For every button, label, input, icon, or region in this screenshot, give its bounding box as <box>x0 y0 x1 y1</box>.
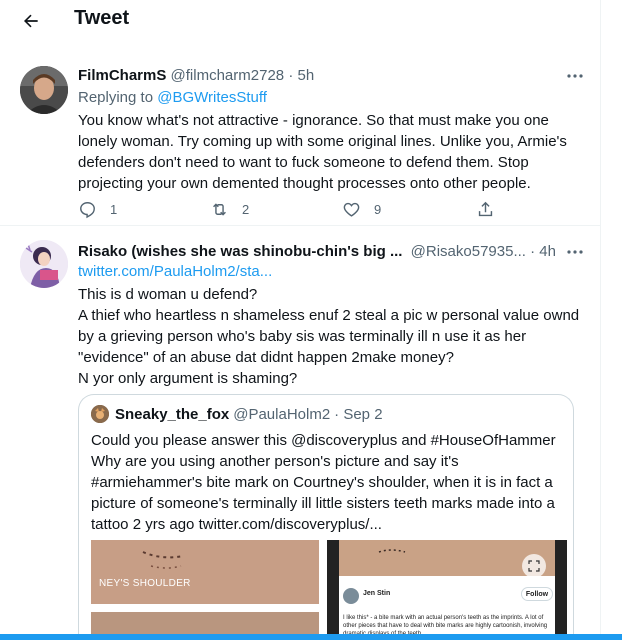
retweet-button[interactable]: 2 <box>210 200 249 219</box>
card-avatar <box>343 588 359 604</box>
tweet-link[interactable]: twitter.com/PaulaHolm2/sta... <box>78 263 272 280</box>
heart-icon <box>343 202 360 217</box>
author-name[interactable]: FilmCharmS <box>78 67 166 84</box>
share-button[interactable] <box>476 200 495 219</box>
more-dots-icon <box>567 74 583 78</box>
more-dots-icon <box>567 250 583 254</box>
author-handle[interactable]: @filmcharm2728 <box>171 67 285 84</box>
profile-illustration <box>20 240 68 288</box>
bite-mark-photo: NEY'S SHOULDER <box>91 540 319 604</box>
column-divider <box>600 0 601 640</box>
reply-button[interactable]: 1 <box>78 200 117 219</box>
fox-icon <box>91 405 109 423</box>
more-options-button[interactable] <box>560 242 590 262</box>
replying-to: Replying to @BGWritesStuff <box>78 89 267 106</box>
avatar[interactable] <box>20 240 68 288</box>
tweet-actions: 1 2 9 <box>78 200 518 222</box>
tweet-reply-1[interactable]: FilmCharmS @filmcharm2728 · 5h Replying … <box>0 56 600 226</box>
expand-icon <box>528 560 540 572</box>
embedded-tweet-card: Jen Stin Follow I like this* - a bite ma… <box>339 576 555 640</box>
back-button[interactable] <box>14 4 48 38</box>
tweet-text: This is d woman u defend? A thief who he… <box>78 284 583 389</box>
quoted-tweet-text: Could you please answer this @discoveryp… <box>91 432 556 533</box>
bottom-accent-bar <box>0 634 622 640</box>
reply-icon <box>80 202 95 219</box>
quoted-media[interactable]: NEY'S SHOULDER Jen Stin Follow I like th… <box>91 540 567 640</box>
tweet-text-line: A thief who heartless n shameless enuf 2… <box>78 307 580 366</box>
quoted-author-handle: @PaulaHolm2 <box>233 405 331 423</box>
tweet-text-line: This is d woman u defend? <box>78 286 258 303</box>
quoted-timestamp: · Sep 2 <box>334 405 383 423</box>
quoted-avatar[interactable] <box>91 405 109 423</box>
tweet-text-line: N yor only argument is shaming? <box>78 370 298 387</box>
tweet-header: FilmCharmS @filmcharm2728 · 5h <box>78 67 314 84</box>
media-overlay-label: NEY'S SHOULDER <box>99 578 191 589</box>
reply-count: 1 <box>110 202 118 217</box>
replying-to-handle-link[interactable]: @BGWritesStuff <box>157 89 267 106</box>
tweet-reply-2[interactable]: Risako (wishes she was shinobu-chin's bi… <box>0 232 600 640</box>
quoted-author-name: Sneaky_the_fox <box>115 405 230 423</box>
page-title: Tweet <box>74 7 130 29</box>
card-follow-button: Follow <box>521 587 553 601</box>
arrow-left-icon <box>24 14 38 28</box>
quoted-tweet[interactable]: Sneaky_the_fox @PaulaHolm2 · Sep 2 Could… <box>78 394 574 640</box>
media-image-left[interactable]: NEY'S SHOULDER <box>91 540 319 640</box>
quoted-tweet-header: Sneaky_the_fox @PaulaHolm2 · Sep 2 <box>91 405 383 423</box>
card-author-name: Jen Stin <box>363 590 391 597</box>
avatar[interactable] <box>20 66 68 114</box>
tweet-header: Risako (wishes she was shinobu-chin's bi… <box>78 243 556 260</box>
like-count: 9 <box>374 202 382 217</box>
retweet-icon <box>213 203 226 216</box>
top-header: Tweet <box>0 0 600 44</box>
timestamp[interactable]: · 5h <box>288 67 314 84</box>
retweet-count: 2 <box>242 202 250 217</box>
expand-image-button[interactable] <box>522 554 546 578</box>
tweet-text: You know what's not attractive - ignoran… <box>78 112 567 192</box>
bite-mark-marks <box>142 551 184 569</box>
author-handle[interactable]: @Risako57935... <box>411 243 526 260</box>
like-button[interactable]: 9 <box>342 200 381 219</box>
media-image-right[interactable]: Jen Stin Follow I like this* - a bite ma… <box>327 540 567 640</box>
replying-to-label: Replying to <box>78 89 154 106</box>
timestamp[interactable]: · 4h <box>530 243 556 260</box>
profile-photo <box>20 66 68 114</box>
share-icon <box>478 201 493 217</box>
more-options-button[interactable] <box>560 66 590 86</box>
author-name[interactable]: Risako (wishes she was shinobu-chin's bi… <box>78 243 402 260</box>
